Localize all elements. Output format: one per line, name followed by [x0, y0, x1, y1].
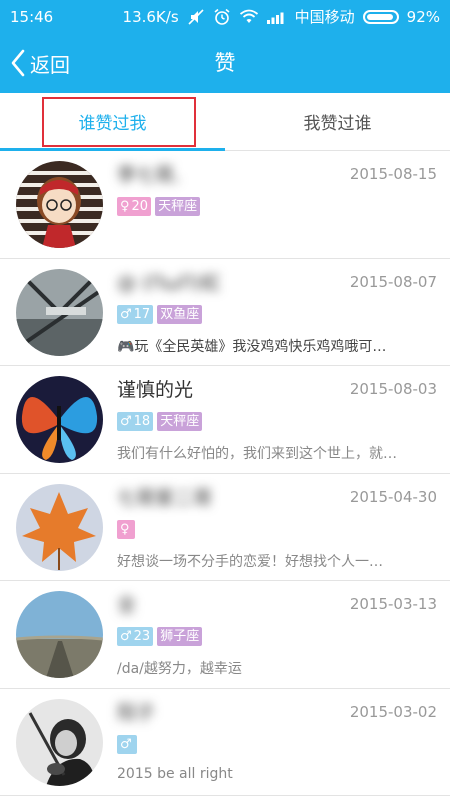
like-date: 2015-04-30 — [349, 487, 437, 506]
gender-age-badge: ♀ — [117, 519, 135, 539]
user-name: 阳子 — [117, 701, 156, 724]
user-signature: 2015 be all right — [117, 765, 233, 782]
battery-level: 92% — [406, 7, 440, 26]
status-bar: 15:46 13.6K/s 中国移动 92% — [0, 0, 450, 33]
gender-age-badge: ♀ 20 — [117, 197, 152, 216]
age-value: 20 — [131, 199, 149, 214]
mute-icon — [187, 8, 205, 26]
zodiac-badge: 狮子座 — [157, 627, 203, 646]
like-date: 2015-03-13 — [349, 595, 437, 613]
female-icon: ♀ — [120, 199, 130, 214]
likes-list: 李七哥, 2015-08-15 ♀ 20 天秤座 @ (ΠωΠ)虹 2015-08… — [0, 151, 450, 796]
like-date: 2015-08-07 — [349, 272, 437, 291]
gender-age-badge: ♂ 17 — [117, 304, 154, 324]
gender-age-badge: ♂ 18 — [117, 412, 154, 431]
status-time: 15:46 — [10, 7, 54, 26]
gender-age-badge: ♂ — [117, 734, 137, 754]
male-icon: ♂ — [120, 629, 132, 644]
age-value: 23 — [133, 629, 151, 644]
zodiac-badge: 天秤座 — [157, 412, 203, 431]
user-name: 七哥爱二哥 — [117, 486, 213, 509]
user-name: @ (ΠωΠ)虹 — [117, 271, 221, 294]
network-speed: 13.6K/s — [122, 7, 179, 26]
battery-icon — [362, 9, 399, 24]
user-tags: ♂ 23 狮子座 — [117, 627, 203, 646]
zodiac-badge: 天秤座 — [155, 197, 201, 216]
avatar — [16, 376, 103, 463]
back-button[interactable]: 返回 — [10, 33, 70, 93]
tab-label: 我赞过谁 — [303, 114, 372, 134]
tab-who-liked-me[interactable]: 谁赞过我 — [0, 93, 225, 151]
age-value: 17 — [133, 306, 151, 322]
wifi-icon — [239, 9, 259, 25]
avatar — [16, 483, 103, 571]
tab-bar: 谁赞过我 我赞过谁 — [0, 93, 450, 151]
list-item[interactable]: 李七哥, 2015-08-15 ♀ 20 天秤座 — [0, 151, 450, 259]
chevron-left-icon — [11, 49, 25, 77]
user-tags: ♂ — [117, 734, 137, 754]
title-bar: 返回 赞 — [0, 33, 450, 93]
tab-who-i-liked[interactable]: 我赞过谁 — [225, 93, 450, 150]
user-name: 李七哥, — [117, 164, 181, 186]
avatar — [16, 268, 103, 356]
list-item[interactable]: 全 2015-03-13 ♂ 23 狮子座 /da/越努力，越幸运 — [0, 581, 450, 689]
status-right: 13.6K/s 中国移动 92% — [123, 6, 440, 27]
user-tags: ♂ 17 双鱼座 — [117, 304, 203, 324]
list-item[interactable]: 七哥爱二哥 2015-04-30 ♀ 好想谈一场不分手的恋爱！好想找个人一… — [0, 473, 450, 581]
female-icon: ♀ — [120, 521, 130, 537]
user-tags: ♀ — [117, 519, 135, 539]
zodiac-badge: 双鱼座 — [157, 304, 203, 324]
list-item[interactable]: 谨慎的光 2015-08-03 ♂ 18 天秤座 我们有什么好怕的，我们来到这个世… — [0, 366, 450, 474]
signal-icon — [266, 10, 287, 24]
like-date: 2015-08-15 — [349, 165, 437, 183]
like-date: 2015-08-03 — [349, 380, 437, 398]
male-icon: ♂ — [120, 736, 132, 752]
list-item[interactable]: @ (ΠωΠ)虹 2015-08-07 ♂ 17 双鱼座 🎮玩《全民英雄》我没鸡鸡… — [0, 258, 450, 366]
gender-age-badge: ♂ 23 — [117, 627, 154, 646]
highlight-box — [42, 97, 196, 147]
user-signature: 我们有什么好怕的，我们来到这个世上，就… — [117, 446, 397, 462]
user-name: 谨慎的光 — [117, 379, 194, 401]
user-tags: ♀ 20 天秤座 — [117, 197, 201, 216]
user-signature: 好想谈一场不分手的恋爱！好想找个人一… — [117, 553, 383, 570]
like-date: 2015-03-02 — [349, 702, 437, 721]
back-label: 返回 — [30, 52, 70, 77]
list-item[interactable]: 阳子 2015-03-02 ♂ 2015 be all right — [0, 688, 450, 796]
user-signature: 🎮玩《全民英雄》我没鸡鸡快乐鸡鸡哦可… — [117, 338, 387, 355]
avatar — [16, 161, 103, 248]
avatar — [16, 591, 103, 678]
user-signature: /da/越努力，越幸运 — [117, 661, 242, 677]
alarm-icon — [213, 8, 231, 26]
male-icon: ♂ — [120, 306, 132, 322]
user-name: 全 — [117, 594, 137, 616]
age-value: 18 — [133, 414, 151, 429]
user-tags: ♂ 18 天秤座 — [117, 412, 203, 431]
male-icon: ♂ — [120, 414, 132, 429]
carrier-name: 中国移动 — [294, 8, 355, 26]
avatar — [16, 698, 103, 786]
